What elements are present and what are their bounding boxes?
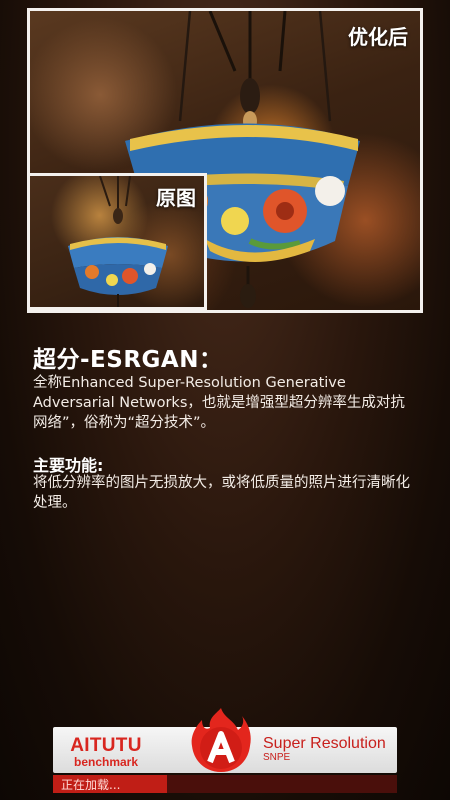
brand-name: AITUTU	[70, 735, 142, 756]
product-name: Super Resolution	[263, 735, 386, 752]
loading-text: 正在加载...	[61, 778, 121, 792]
brand-sub: benchmark	[73, 755, 139, 769]
page-title: 超分-ESRGAN：	[33, 347, 223, 373]
product-sub: SNPE	[263, 752, 291, 763]
loading-progress-bar: 正在加载...	[53, 775, 397, 793]
brand-logo-text: AITUTU benchmark	[46, 735, 166, 769]
flame-a-logo-icon	[191, 708, 251, 772]
description-text: 全称Enhanced Super-Resolution Generative A…	[33, 375, 405, 431]
feature-text: 将低分辨率的图片无损放大，或将低质量的照片进行清晰化处理。	[33, 475, 410, 511]
product-label: Super Resolution SNPE	[263, 735, 386, 763]
after-label: 优化后	[348, 25, 408, 49]
before-label: 原图	[156, 186, 196, 210]
preview-before-image: 原图	[27, 173, 207, 310]
